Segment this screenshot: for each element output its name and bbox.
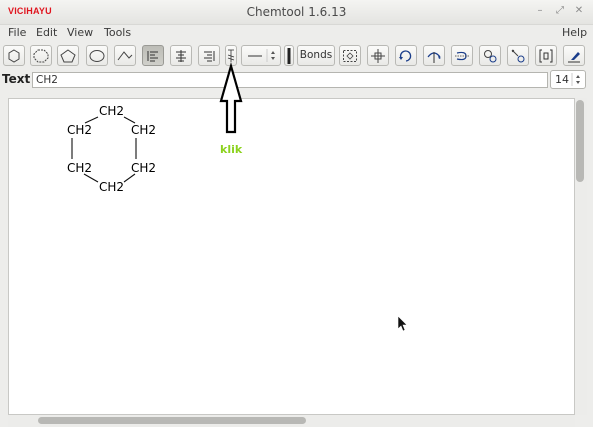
- molecule-drawing: CH2 CH2 CH2 CH2 CH2 CH2: [67, 61, 408, 332]
- atom-label: CH2: [131, 161, 156, 175]
- annotation-label: klik: [220, 143, 243, 156]
- atom-label: CH2: [99, 180, 124, 194]
- atom-label: CH2: [131, 123, 156, 137]
- vertical-scroll-thumb[interactable]: [576, 100, 584, 182]
- horizontal-scroll-thumb[interactable]: [38, 417, 306, 424]
- bond-5: [83, 173, 99, 183]
- atom-label: CH2: [99, 104, 124, 118]
- bond-6: [123, 173, 136, 183]
- annotation-arrow-icon: [219, 61, 243, 134]
- atom-label: CH2: [67, 161, 92, 175]
- mouse-cursor-icon: [397, 315, 408, 332]
- atom-label: CH2: [67, 123, 92, 137]
